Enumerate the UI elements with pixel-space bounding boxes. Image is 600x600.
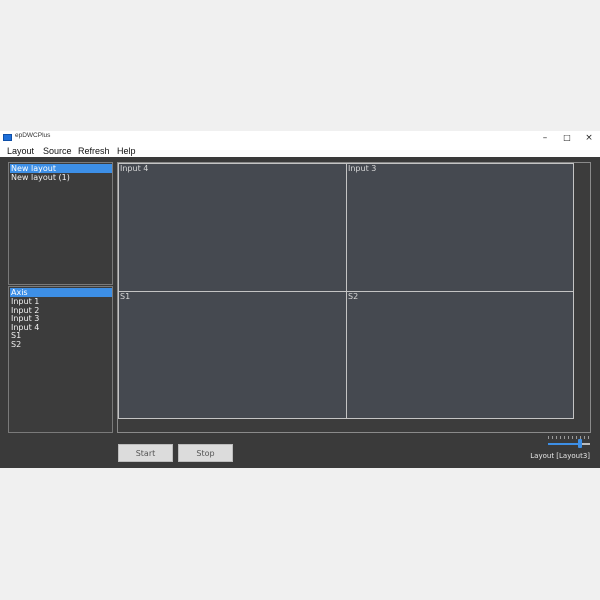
cell-label: S1 — [120, 292, 131, 301]
slider-fill — [548, 443, 580, 445]
grid-cell-s2[interactable]: S2 — [346, 291, 574, 419]
zoom-slider[interactable] — [548, 436, 590, 448]
window-title: epDWCPlus — [15, 132, 51, 139]
list-item[interactable]: New layout — [10, 164, 112, 173]
maximize-icon[interactable]: □ — [556, 131, 578, 145]
close-icon[interactable]: × — [578, 131, 600, 145]
stop-button[interactable]: Stop — [178, 444, 233, 462]
grid-cell-input-3[interactable]: Input 3 — [346, 163, 574, 292]
menu-refresh[interactable]: Refresh — [78, 146, 110, 156]
cell-label: Input 4 — [120, 164, 149, 173]
title-bar: epDWCPlus – □ × — [0, 131, 600, 145]
app-icon — [3, 134, 12, 141]
list-item[interactable]: Axis — [10, 288, 112, 297]
layout-grid: Input 4 Input 3 S1 S2 — [117, 162, 591, 433]
cell-label: Input 3 — [348, 164, 377, 173]
menu-source[interactable]: Source — [43, 146, 72, 156]
menu-help[interactable]: Help — [117, 146, 136, 156]
menu-layout[interactable]: Layout — [7, 146, 34, 156]
minimize-icon[interactable]: – — [534, 131, 556, 145]
grid-cell-s1[interactable]: S1 — [118, 291, 347, 419]
sources-list[interactable]: Axis Input 1 Input 2 Input 3 Input 4 S1 … — [8, 286, 113, 433]
slider-thumb[interactable] — [578, 439, 582, 448]
grid-cell-input-4[interactable]: Input 4 — [118, 163, 347, 292]
layouts-list[interactable]: New layout New layout (1) — [8, 162, 113, 285]
cell-label: S2 — [348, 292, 359, 301]
list-item[interactable]: New layout (1) — [10, 173, 112, 182]
layout-status: Layout [Layout3] — [530, 452, 590, 460]
start-button[interactable]: Start — [118, 444, 173, 462]
list-item[interactable]: S2 — [10, 340, 112, 349]
slider-ticks — [548, 436, 590, 439]
